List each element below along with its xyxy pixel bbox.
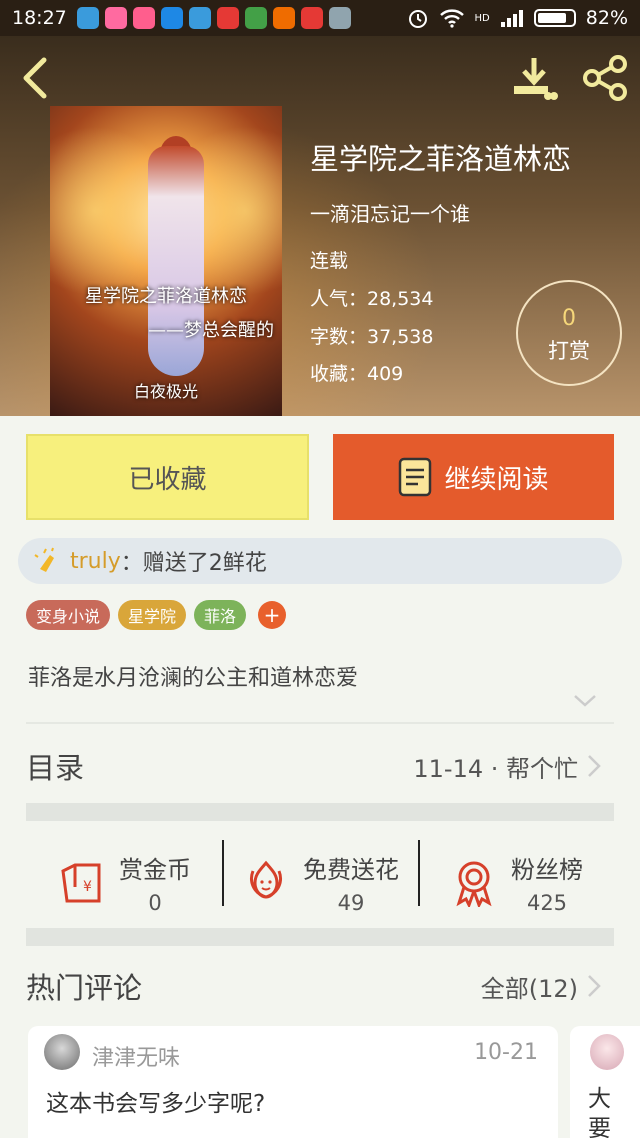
comment-user[interactable]: 津津无味 bbox=[92, 1040, 180, 1072]
comments-title: 热门评论 bbox=[26, 971, 143, 1005]
notification-icon bbox=[328, 7, 351, 29]
battery-icon bbox=[533, 9, 576, 27]
book-icon bbox=[399, 457, 432, 497]
tag-item[interactable]: 变身小说 bbox=[26, 600, 111, 630]
book-description: 菲洛是水月沧澜的公主和道林恋爱 bbox=[28, 666, 359, 691]
notification-icon bbox=[132, 7, 155, 29]
tip-count: 0 bbox=[562, 306, 576, 331]
signal-icon bbox=[500, 10, 523, 27]
flower-notice[interactable]: truly ：赠送了2鲜花 bbox=[18, 538, 622, 584]
book-title: 星学院之菲洛道林恋 bbox=[310, 142, 572, 176]
comment-card[interactable]: 津津无味 10-21 这本书会写多少字呢? bbox=[28, 1026, 558, 1138]
stat-flowers[interactable]: 免费送花 49 bbox=[222, 834, 418, 930]
avatar[interactable] bbox=[44, 1034, 80, 1070]
chevron-right-icon bbox=[588, 975, 601, 997]
avatar[interactable] bbox=[590, 1034, 624, 1070]
tip-button[interactable]: 0 打赏 bbox=[516, 280, 622, 386]
hd-label: HD bbox=[474, 12, 490, 24]
chevron-down-icon[interactable] bbox=[572, 692, 598, 710]
section-separator bbox=[26, 928, 614, 946]
download-button[interactable] bbox=[510, 54, 558, 102]
section-separator bbox=[26, 803, 614, 821]
back-button[interactable] bbox=[16, 54, 52, 102]
comment-text: 大要 bbox=[588, 1086, 611, 1138]
stat-coins[interactable]: ¥ 赏金币 0 bbox=[26, 834, 222, 930]
flower-icon bbox=[250, 860, 282, 899]
divider bbox=[26, 722, 614, 724]
flower-user[interactable]: truly bbox=[70, 549, 121, 574]
cover-subtitle: ——梦总会醒的 bbox=[148, 320, 274, 341]
tag-item[interactable]: 菲洛 bbox=[194, 600, 247, 630]
book-popularity: 人气：28,534 bbox=[310, 288, 434, 310]
notification-icon bbox=[244, 7, 267, 29]
continue-reading-button[interactable]: 继续阅读 bbox=[333, 434, 614, 520]
book-favorites: 收藏：409 bbox=[310, 363, 404, 385]
notification-icons bbox=[76, 7, 351, 29]
chevron-right-icon bbox=[588, 755, 601, 777]
red-envelope-icon: ¥ bbox=[61, 863, 101, 903]
stat-label: 粉丝榜 bbox=[511, 855, 583, 884]
battery-percent: 82% bbox=[585, 7, 628, 29]
comments-all-link[interactable]: 全部(12) bbox=[481, 969, 578, 1004]
alarm-icon bbox=[408, 10, 427, 28]
toc-row[interactable]: 目录 11-14 · 帮个忙 bbox=[26, 736, 602, 796]
stat-value: 0 bbox=[148, 890, 162, 915]
wifi-icon bbox=[439, 9, 464, 28]
book-word-count: 字数：37,538 bbox=[310, 326, 434, 348]
book-author[interactable]: 一滴泪忘记一个谁 bbox=[310, 198, 470, 227]
stat-fans[interactable]: 粉丝榜 425 bbox=[418, 834, 614, 930]
notification-icon bbox=[216, 7, 239, 29]
notification-icon bbox=[188, 7, 211, 29]
share-button[interactable] bbox=[580, 54, 630, 102]
book-cover[interactable]: 星学院之菲洛道林恋 ——梦总会醒的 白夜极光 bbox=[50, 106, 282, 416]
comment-date: 10-21 bbox=[474, 1040, 538, 1065]
comment-text: 这本书会写多少字呢? bbox=[46, 1091, 266, 1117]
cover-credit: 白夜极光 bbox=[133, 382, 198, 401]
comments-header[interactable]: 热门评论 全部(12) bbox=[26, 958, 602, 1014]
flower-text: ：赠送了2鲜花 bbox=[120, 551, 267, 576]
collected-button[interactable]: 已收藏 bbox=[26, 434, 309, 520]
toc-title: 目录 bbox=[26, 751, 85, 785]
stat-value: 425 bbox=[526, 890, 568, 915]
book-header: 星学院之菲洛道林恋 ——梦总会醒的 白夜极光 星学院之菲洛道林恋 一滴泪忘记一个… bbox=[0, 36, 640, 416]
stat-label: 免费送花 bbox=[303, 855, 399, 884]
notification-icon bbox=[160, 7, 183, 29]
tag-item[interactable]: 星学院 bbox=[118, 600, 187, 630]
toc-latest-chapter: 11-14 · 帮个忙 bbox=[413, 754, 578, 783]
svg-text:¥: ¥ bbox=[83, 879, 92, 895]
notification-icon bbox=[76, 7, 99, 29]
medal-icon bbox=[456, 861, 492, 907]
notification-icon bbox=[104, 7, 127, 29]
notification-icon bbox=[300, 7, 323, 29]
status-bar: 18:27 HD 82% bbox=[0, 0, 640, 36]
collected-label: 已收藏 bbox=[128, 464, 207, 495]
cover-title: 星学院之菲洛道林恋 bbox=[85, 286, 247, 307]
stat-label: 赏金币 bbox=[119, 855, 191, 884]
tip-label: 打赏 bbox=[548, 339, 590, 363]
comment-card[interactable]: 大要 bbox=[570, 1026, 640, 1138]
add-tag-button[interactable]: + bbox=[258, 601, 287, 629]
status-time: 18:27 bbox=[12, 7, 67, 29]
stats-row: ¥ 赏金币 0 免费送花 49 粉丝榜 425 bbox=[26, 834, 614, 930]
notification-icon bbox=[272, 7, 295, 29]
tag-list: 变身小说 星学院 菲洛 + bbox=[26, 600, 287, 630]
book-status: 连载 bbox=[310, 250, 349, 272]
clap-icon bbox=[34, 547, 54, 572]
stat-value: 49 bbox=[337, 890, 365, 915]
continue-reading-label: 继续阅读 bbox=[444, 464, 549, 495]
